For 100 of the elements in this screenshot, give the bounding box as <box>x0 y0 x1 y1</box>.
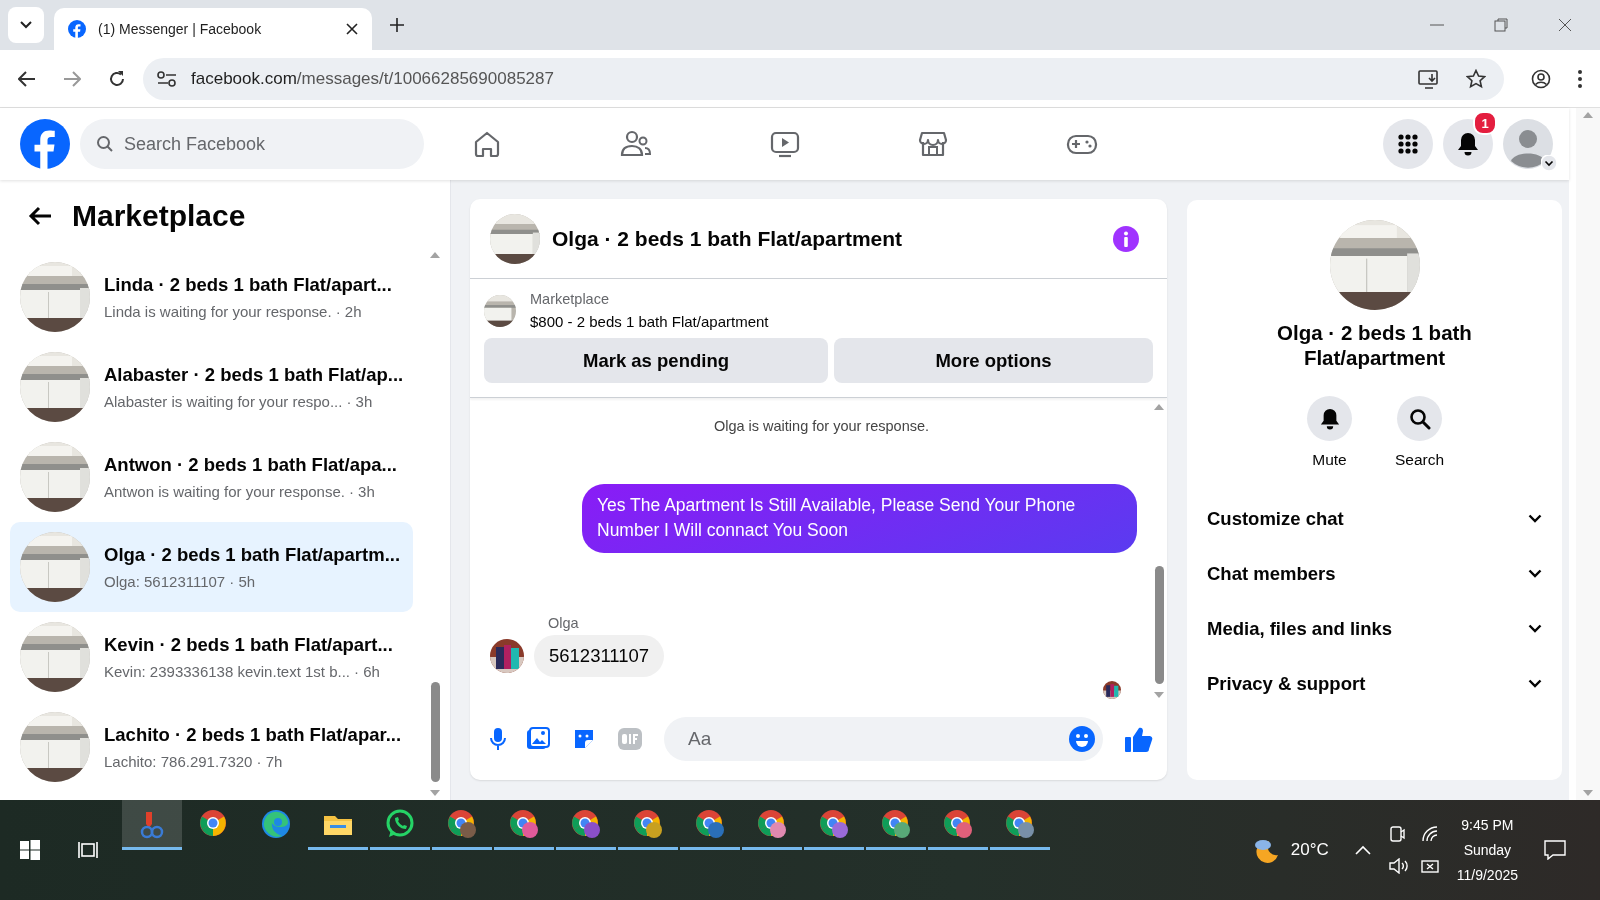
message-time: · 5h <box>229 573 256 590</box>
chevron-down-icon <box>1528 679 1542 688</box>
listing-source: Marketplace <box>530 291 610 307</box>
new-tab-icon[interactable] <box>390 18 404 32</box>
section-header[interactable]: Customize chat <box>1207 491 1542 546</box>
microphone-icon[interactable] <box>490 728 506 750</box>
taskbar-app[interactable] <box>122 800 182 850</box>
chrome-profile-icon <box>446 807 478 840</box>
message-time: · 3h <box>348 483 375 500</box>
search-field[interactable]: Search Facebook <box>80 119 424 169</box>
chrome-profile-icon <box>880 807 912 840</box>
sticker-icon[interactable] <box>572 727 596 751</box>
listing-button[interactable]: Mark as pending <box>484 338 828 383</box>
search-icon <box>96 135 114 153</box>
scroll-thumb[interactable] <box>430 682 440 782</box>
friends-icon[interactable] <box>620 129 652 159</box>
tab-list-button[interactable] <box>8 7 44 43</box>
caret-icon[interactable] <box>1541 155 1557 171</box>
menu-icon[interactable] <box>1578 69 1582 88</box>
image-icon[interactable] <box>526 727 550 751</box>
restore-icon[interactable] <box>1494 18 1508 32</box>
facebook-icon <box>68 20 86 38</box>
system-note: Olga is waiting for your response. <box>713 418 930 434</box>
notifications-button[interactable] <box>1443 119 1493 169</box>
address-bar[interactable]: facebook.com/messages/t/10066285690085287 <box>143 57 1504 100</box>
facebook-logo[interactable] <box>20 119 70 169</box>
star-icon[interactable] <box>1466 68 1486 89</box>
chevron-down-icon <box>1528 624 1542 633</box>
listing-summary: $800 - 2 beds 1 bath Flat/apartment <box>530 313 769 330</box>
chrome-profile-icon <box>632 807 664 840</box>
wifi-icon[interactable] <box>1420 826 1439 842</box>
bell-icon <box>1319 407 1340 430</box>
chevron-down-icon <box>1528 514 1542 523</box>
back-arrow-icon[interactable] <box>28 206 52 226</box>
action-label: Search <box>1394 451 1445 469</box>
back-icon[interactable] <box>18 69 36 88</box>
chrome-profile-icon <box>1004 807 1036 840</box>
message-field[interactable]: Aa <box>664 717 1103 761</box>
message-preview: Olga: 5612311107 <box>104 573 226 590</box>
reload-icon[interactable] <box>108 69 126 88</box>
caret-icon <box>20 21 32 29</box>
notification-count: 1 <box>1473 111 1497 135</box>
listing-button[interactable]: More options <box>834 338 1153 383</box>
site-settings-icon[interactable] <box>157 70 177 87</box>
conversation-item[interactable]: Antwon · 2 beds 1 bath Flat/apa... Antwon is waiting for your response. · 3h <box>10 432 414 522</box>
section-header[interactable]: Privacy & support <box>1207 656 1542 711</box>
clock-time[interactable]: 9:45 PM <box>1461 817 1514 833</box>
windows-start-icon[interactable] <box>20 840 40 860</box>
close-icon[interactable] <box>346 23 358 35</box>
scroll-thumb[interactable] <box>1154 566 1164 684</box>
bell-icon <box>1457 132 1479 156</box>
chevron-up-icon[interactable] <box>1354 845 1371 855</box>
network-disconnected-icon[interactable] <box>1420 858 1441 874</box>
forward-icon[interactable] <box>63 69 81 88</box>
message-time: · 2h <box>335 303 362 320</box>
whatsapp-icon <box>384 807 416 840</box>
mute-button[interactable] <box>1307 396 1352 441</box>
message-preview: Lachito: 786.291.7320 <box>104 753 253 770</box>
section-header[interactable]: Media, files and links <box>1207 601 1542 656</box>
search-icon <box>1408 407 1431 430</box>
sidebar-title: Marketplace <box>72 199 246 233</box>
received-message: 5612311107 <box>534 635 665 677</box>
emoji-icon[interactable] <box>1069 726 1095 752</box>
clock-date[interactable]: 11/9/2025 <box>1456 867 1518 883</box>
store-icon[interactable] <box>918 129 948 159</box>
conversation-item[interactable]: Kevin · 2 beds 1 bath Flat/apart... Kevin: 2393336138 kevin.text 1st b... · 6h <box>10 612 414 702</box>
info-icon[interactable] <box>1113 225 1139 252</box>
apps-button[interactable] <box>1383 119 1433 169</box>
action-label: Mute <box>1312 451 1347 469</box>
section-header[interactable]: Chat members <box>1207 546 1542 601</box>
sender-name: Olga <box>548 615 580 631</box>
message-time: · 7h <box>256 753 283 770</box>
message-preview: Antwon is waiting for your response. <box>104 483 345 500</box>
conversation-title: Olga · 2 beds 1 bath Flat/apartm... <box>104 544 401 566</box>
notification-center-icon[interactable] <box>1544 840 1566 860</box>
conversation-title: Lachito · 2 beds 1 bath Flat/apar... <box>104 724 402 746</box>
search-button[interactable] <box>1397 396 1442 441</box>
temperature[interactable]: 20°C <box>1290 840 1329 860</box>
conversation-item[interactable]: Alabaster · 2 beds 1 bath Flat/ap... Alabaster is waiting for your respo... · 3h <box>10 342 414 432</box>
chrome-profile-icon <box>570 807 602 840</box>
chrome-profile-icon <box>756 807 788 840</box>
home-icon[interactable] <box>472 129 502 159</box>
video-icon[interactable] <box>770 129 800 159</box>
thumbs-up-icon[interactable] <box>1125 726 1153 752</box>
chrome-profile-icon <box>818 807 850 840</box>
grid-icon <box>1397 133 1419 155</box>
conversation-item[interactable]: Lachito · 2 beds 1 bath Flat/apar... Lachito: 786.291.7320 · 7h <box>10 702 414 792</box>
conversation-item[interactable]: Linda · 2 beds 1 bath Flat/apart... Linda is waiting for your response. · 2h <box>10 252 414 342</box>
message-preview: Kevin: 2393336138 kevin.text 1st b... <box>104 663 350 680</box>
chat-title: Olga · 2 beds 1 bath Flat/apartment <box>552 226 903 251</box>
sent-message: Yes The Apartment Is Still Available, Please Send Your Phone Number I Will connact You Soon <box>582 484 1137 553</box>
browser-tab[interactable]: (1) Messenger | Facebook <box>54 8 372 50</box>
install-app-icon[interactable] <box>1418 68 1440 89</box>
clock-day[interactable]: Sunday <box>1463 842 1512 858</box>
chevron-down-icon <box>1528 569 1542 578</box>
task-view-icon[interactable] <box>78 840 100 860</box>
conversation-item[interactable]: Olga · 2 beds 1 bath Flat/apartm... Olga: 5612311107 · 5h <box>10 522 414 612</box>
meet-now-icon[interactable] <box>1388 826 1405 842</box>
profile-icon[interactable] <box>1531 68 1551 89</box>
volume-icon[interactable] <box>1388 858 1409 874</box>
